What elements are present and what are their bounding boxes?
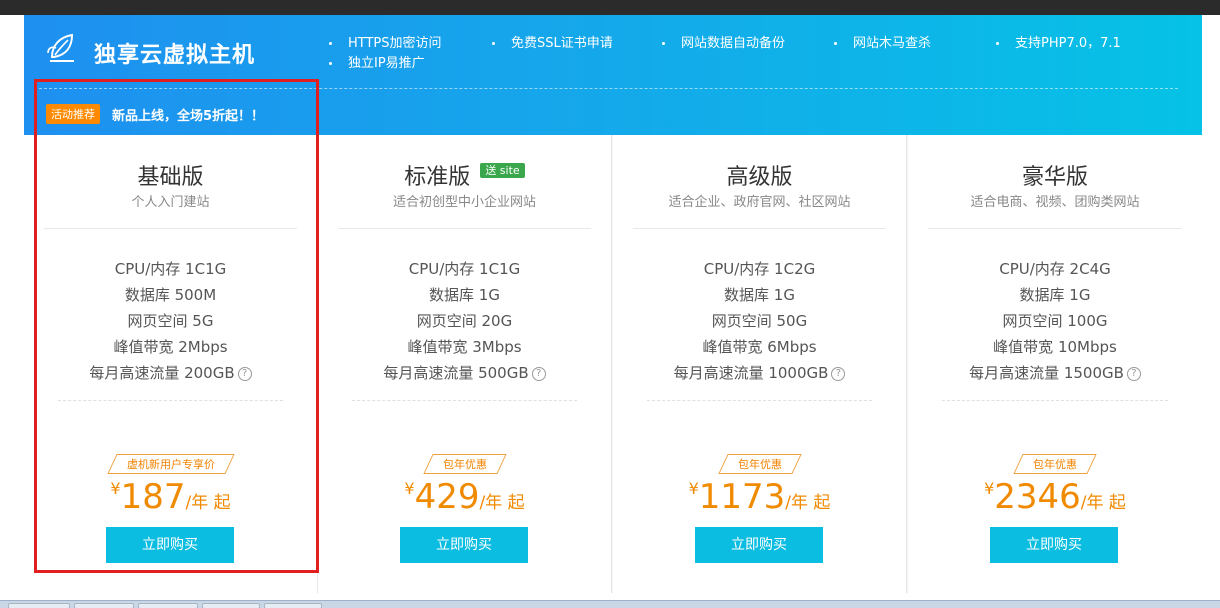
plan-card-advanced: 高级版 适合企业、政府官网、社区网站 CPU/内存 1C2G 数据库 1G 网页… xyxy=(613,135,907,593)
price: ¥429/年 起 xyxy=(404,477,525,517)
spec-item: 峰值带宽 6Mbps xyxy=(702,338,817,356)
spec-item: 数据库 1G xyxy=(429,286,500,304)
offer-tag: 包年优惠 xyxy=(908,453,1202,474)
buy-button[interactable]: 立即购买 xyxy=(400,527,528,563)
taskbar-button[interactable] xyxy=(74,603,134,608)
brand-title: 独享云虚拟主机 xyxy=(94,43,256,68)
highlight-annotation-box xyxy=(34,79,319,573)
feature-item: 支持PHP7.0，7.1 xyxy=(996,32,1121,51)
divider xyxy=(633,228,886,229)
divider xyxy=(928,228,1182,229)
spec-item: 数据库 1G xyxy=(724,286,795,304)
taskbar-button[interactable] xyxy=(8,603,70,608)
plan-card-luxury: 豪华版 适合电商、视频、团购类网站 CPU/内存 2C4G 数据库 1G 网页空… xyxy=(908,135,1202,593)
window-top-bar xyxy=(0,0,1220,15)
spec-item: 网页空间 100G xyxy=(1002,312,1108,330)
plan-subtitle: 适合企业、政府官网、社区网站 xyxy=(668,195,851,210)
spec-list: CPU/内存 1C1G 数据库 1G 网页空间 20G 峰值带宽 3Mbps 每… xyxy=(318,256,611,386)
feature-item: HTTPS加密访问 xyxy=(329,32,442,51)
cloud-leaf-logo-icon xyxy=(47,33,74,62)
spec-item: 每月高速流量 500GB? xyxy=(318,360,611,386)
offer-tag: 包年优惠 xyxy=(613,453,906,474)
divider xyxy=(338,228,591,229)
feature-item: 网站木马查杀 xyxy=(834,32,931,51)
spec-item: 峰值带宽 10Mbps xyxy=(993,338,1117,356)
buy-button[interactable]: 立即购买 xyxy=(990,527,1118,563)
buy-button[interactable]: 立即购买 xyxy=(695,527,823,563)
spec-list: CPU/内存 2C4G 数据库 1G 网页空间 100G 峰值带宽 10Mbps… xyxy=(908,256,1202,386)
offer-tag: 包年优惠 xyxy=(318,453,611,474)
spec-item: 网页空间 20G xyxy=(416,312,513,330)
help-icon[interactable]: ? xyxy=(1126,366,1141,381)
plan-card-standard: 标准版送 site 适合初创型中小企业网站 CPU/内存 1C1G 数据库 1G… xyxy=(318,135,612,593)
spec-item: 峰值带宽 3Mbps xyxy=(407,338,522,356)
feature-item: 网站数据自动备份 xyxy=(662,32,785,51)
price: ¥1173/年 起 xyxy=(688,477,831,517)
price: ¥2346/年 起 xyxy=(984,477,1126,517)
spec-item: 每月高速流量 1000GB? xyxy=(613,360,906,386)
feature-item: 独立IP易推广 xyxy=(329,52,425,71)
feature-item: 免费SSL证书申请 xyxy=(492,32,613,51)
divider xyxy=(942,400,1168,401)
taskbar-button[interactable] xyxy=(202,603,260,608)
spec-list: CPU/内存 1C2G 数据库 1G 网页空间 50G 峰值带宽 6Mbps 每… xyxy=(613,256,906,386)
help-icon[interactable]: ? xyxy=(531,366,546,381)
taskbar xyxy=(0,600,1220,608)
divider xyxy=(647,400,872,401)
plan-name: 标准版送 site xyxy=(318,159,611,191)
plan-name: 豪华版 xyxy=(1021,165,1088,190)
plan-subtitle: 适合初创型中小企业网站 xyxy=(392,195,536,210)
price-value: 1173 xyxy=(698,477,786,517)
site-gift-tag: 送 site xyxy=(480,163,525,178)
help-icon[interactable]: ? xyxy=(831,366,846,381)
plan-name: 高级版 xyxy=(726,165,793,190)
price-value: 429 xyxy=(414,477,480,517)
spec-item: 数据库 1G xyxy=(1019,286,1091,304)
taskbar-button[interactable] xyxy=(264,603,322,608)
taskbar-button[interactable] xyxy=(138,603,198,608)
spec-item: 每月高速流量 1500GB? xyxy=(908,360,1202,386)
plan-subtitle: 适合电商、视频、团购类网站 xyxy=(970,195,1140,210)
spec-item: CPU/内存 1C2G xyxy=(703,260,816,278)
spec-item: CPU/内存 1C1G xyxy=(408,260,521,278)
spec-item: CPU/内存 2C4G xyxy=(999,260,1111,278)
price-value: 2346 xyxy=(994,477,1081,517)
divider xyxy=(352,400,577,401)
spec-item: 网页空间 50G xyxy=(711,312,808,330)
